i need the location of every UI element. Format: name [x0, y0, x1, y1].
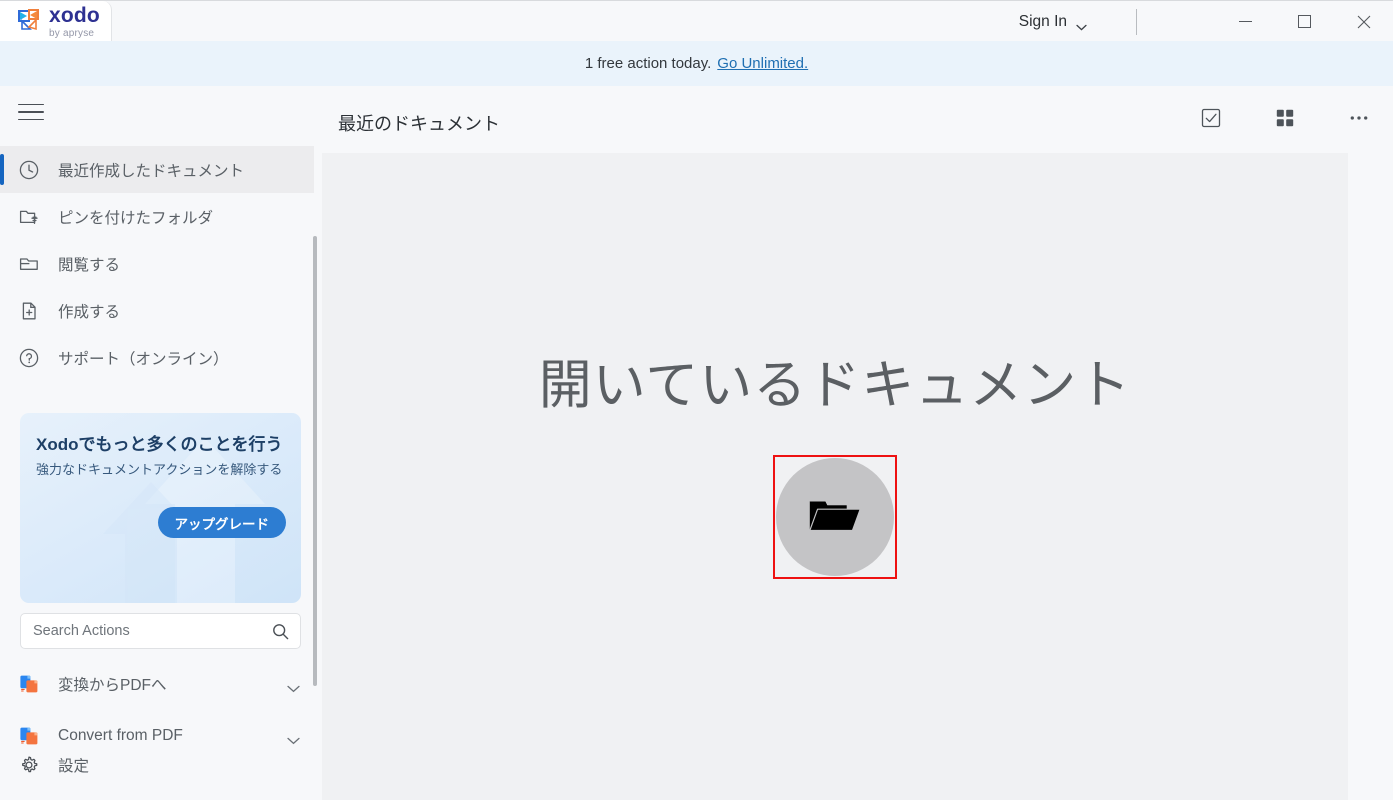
- chevron-down-icon: [1076, 18, 1087, 31]
- sidebar: 最近作成したドキュメント ピンを付けたフォルダ 閲覧する 作成する サポート（オ…: [0, 86, 320, 800]
- title-bar: xodo by apryse Sign In: [0, 0, 1393, 42]
- sidebar-item-create[interactable]: 作成する: [0, 287, 314, 334]
- free-action-banner: 1 free action today. Go Unlimited.: [0, 41, 1393, 86]
- sidebar-item-browse[interactable]: 閲覧する: [0, 240, 314, 287]
- search-icon[interactable]: [272, 623, 289, 640]
- folder-pin-icon: [18, 206, 40, 228]
- select-checkbox-button[interactable]: [1191, 100, 1231, 140]
- sidebar-scrollbar[interactable]: [313, 236, 317, 686]
- search-input[interactable]: [21, 623, 272, 639]
- sidebar-item-pinned-folders[interactable]: ピンを付けたフォルダ: [0, 193, 314, 240]
- open-document-button[interactable]: [776, 458, 894, 576]
- folder-open-icon: [18, 253, 40, 275]
- ellipsis-icon: [1348, 107, 1370, 134]
- brand-tagline: by apryse: [49, 28, 95, 39]
- title-bar-divider: [1136, 9, 1137, 35]
- go-unlimited-link[interactable]: Go Unlimited.: [717, 55, 808, 72]
- help-circle-icon: [18, 347, 40, 369]
- hamburger-icon[interactable]: [18, 100, 44, 124]
- header-actions: [1191, 100, 1379, 140]
- main-header: 最近のドキュメント: [320, 86, 1393, 153]
- sidebar-item-label: 作成する: [58, 303, 121, 321]
- documents-panel: 開いているドキュメント: [322, 153, 1348, 800]
- empty-state: 開いているドキュメント: [322, 153, 1348, 800]
- convert-docs-icon: [18, 673, 40, 695]
- empty-state-title: 開いているドキュメント: [538, 356, 1132, 415]
- sidebar-item-label: 閲覧する: [58, 256, 121, 274]
- sidebar-item-support[interactable]: サポート（オンライン）: [0, 334, 314, 381]
- action-convert-to-pdf[interactable]: 変換からPDFへ: [0, 662, 314, 706]
- sidebar-item-settings[interactable]: 設定: [0, 743, 314, 787]
- sidebar-nav: 最近作成したドキュメント ピンを付けたフォルダ 閲覧する 作成する サポート（オ…: [0, 146, 314, 381]
- grid-icon: [1275, 108, 1295, 133]
- page-title: 最近のドキュメント: [338, 114, 500, 134]
- search-actions-field[interactable]: [20, 613, 301, 649]
- free-action-text: 1 free action today.: [584, 55, 712, 72]
- xodo-app-window: xodo by apryse Sign In 1 free action tod…: [0, 0, 1393, 800]
- minimize-button[interactable]: [1216, 1, 1275, 42]
- window-controls: [1216, 1, 1393, 42]
- grid-view-button[interactable]: [1265, 100, 1305, 140]
- sidebar-item-label: ピンを付けたフォルダ: [58, 209, 214, 227]
- sidebar-item-label: 最近作成したドキュメント: [58, 162, 245, 180]
- more-options-button[interactable]: [1339, 100, 1379, 140]
- gear-icon: [18, 754, 40, 776]
- open-document-highlight: [773, 455, 897, 579]
- app-logo: xodo by apryse: [16, 5, 100, 39]
- chevron-down-icon[interactable]: [287, 732, 300, 745]
- checkbox-checked-icon: [1201, 108, 1221, 133]
- brand-name: xodo: [49, 4, 100, 27]
- settings-label: 設定: [58, 758, 90, 775]
- sidebar-item-recent-documents[interactable]: 最近作成したドキュメント: [0, 146, 314, 193]
- action-label: 変換からPDFへ: [58, 677, 167, 694]
- folder-open-icon: [804, 484, 866, 551]
- sidebar-item-label: サポート（オンライン）: [58, 350, 229, 368]
- upgrade-button[interactable]: アップグレード: [157, 507, 286, 538]
- sign-in-label: Sign In: [1018, 12, 1067, 30]
- promo-card-subtitle: 強力なドキュメントアクションを解除する: [36, 462, 283, 477]
- chevron-down-icon[interactable]: [287, 680, 300, 693]
- clock-icon: [18, 159, 40, 181]
- promo-card-title: Xodoでもっと多くのことを行う: [36, 435, 283, 454]
- main-content: 最近のドキュメント 開いているドキュメント: [320, 86, 1393, 800]
- sign-in-button[interactable]: Sign In: [1013, 9, 1093, 34]
- maximize-button[interactable]: [1275, 1, 1334, 42]
- close-button[interactable]: [1334, 1, 1393, 42]
- file-plus-icon: [18, 300, 40, 322]
- xodo-logo-icon: [16, 7, 42, 33]
- upgrade-promo-card: Xodoでもっと多くのことを行う 強力なドキュメントアクションを解除する アップ…: [20, 413, 301, 603]
